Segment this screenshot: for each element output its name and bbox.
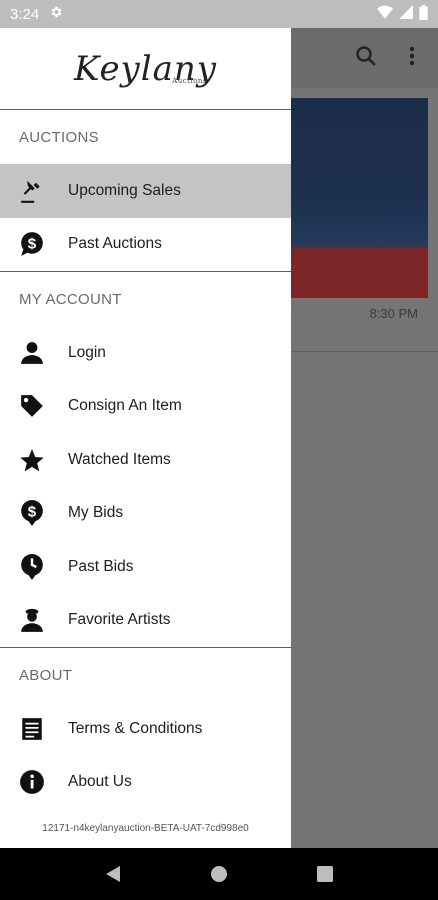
recents-icon[interactable] <box>305 854 345 894</box>
settings-gear-icon <box>49 5 63 23</box>
signal-icon <box>399 5 413 23</box>
home-icon[interactable] <box>199 854 239 894</box>
drawer-item-label: Consign An Item <box>68 397 182 415</box>
document-icon <box>18 715 46 743</box>
background-divider <box>290 351 438 352</box>
navigation-drawer: Keylany Auctions AUCTIONS Upcoming Sales… <box>0 28 291 848</box>
back-icon[interactable] <box>93 854 133 894</box>
system-navigation-bar <box>0 848 438 900</box>
wifi-icon <box>377 5 393 23</box>
person-icon <box>18 339 46 367</box>
drawer-item-label: Login <box>68 343 106 361</box>
auction-artwork-image[interactable] <box>280 98 428 298</box>
battery-icon <box>419 4 428 24</box>
drawer-item-label: Past Bids <box>68 557 134 575</box>
more-options-icon[interactable] <box>400 44 428 72</box>
star-icon <box>18 446 46 474</box>
drawer-item-about-us[interactable]: About Us <box>0 756 291 810</box>
logo-subtitle: Auctions <box>172 76 208 85</box>
drawer-item-consign-an-item[interactable]: Consign An Item <box>0 380 291 434</box>
drawer-item-label: Past Auctions <box>68 235 162 253</box>
auction-time-label: 8:30 PM <box>369 306 418 321</box>
drawer-item-label: Terms & Conditions <box>68 719 203 737</box>
section-title-about: ABOUT <box>19 666 73 684</box>
tag-icon <box>18 392 46 420</box>
svg-text:$: $ <box>28 236 37 253</box>
drawer-item-watched-items[interactable]: Watched Items <box>0 433 291 487</box>
info-icon <box>18 768 46 796</box>
keylany-logo: Keylany Auctions <box>74 49 217 89</box>
gavel-icon <box>18 177 46 205</box>
drawer-item-favorite-artists[interactable]: Favorite Artists <box>0 594 291 648</box>
svg-text:$: $ <box>28 504 37 521</box>
dollar-bubble-icon: $ <box>18 230 46 258</box>
drawer-item-login[interactable]: Login <box>0 326 291 380</box>
build-id-label: 12171-n4keylanyauction-BETA-UAT-7cd998e0 <box>42 823 249 834</box>
drawer-item-past-bids[interactable]: Past Bids <box>0 540 291 594</box>
clock-pin-icon <box>18 553 46 581</box>
drawer-item-past-auctions[interactable]: $ Past Auctions <box>0 218 291 272</box>
artist-icon <box>18 606 46 634</box>
drawer-item-label: Watched Items <box>68 450 171 468</box>
drawer-item-my-bids[interactable]: $ My Bids <box>0 487 291 541</box>
drawer-item-label: My Bids <box>68 504 124 522</box>
search-icon[interactable] <box>354 44 382 72</box>
drawer-item-terms-conditions[interactable]: Terms & Conditions <box>0 702 291 756</box>
status-time: 3:24 <box>10 5 40 23</box>
section-title-my-account: MY ACCOUNT <box>19 290 122 308</box>
section-title-auctions: AUCTIONS <box>19 128 99 146</box>
drawer-item-upcoming-sales[interactable]: Upcoming Sales <box>0 164 291 218</box>
dollar-pin-icon: $ <box>18 499 46 527</box>
drawer-item-label: Upcoming Sales <box>68 181 181 199</box>
status-bar: 3:24 <box>0 0 438 28</box>
drawer-item-label: Favorite Artists <box>68 611 171 629</box>
drawer-item-label: About Us <box>68 773 132 791</box>
drawer-header: Keylany Auctions <box>0 28 291 110</box>
